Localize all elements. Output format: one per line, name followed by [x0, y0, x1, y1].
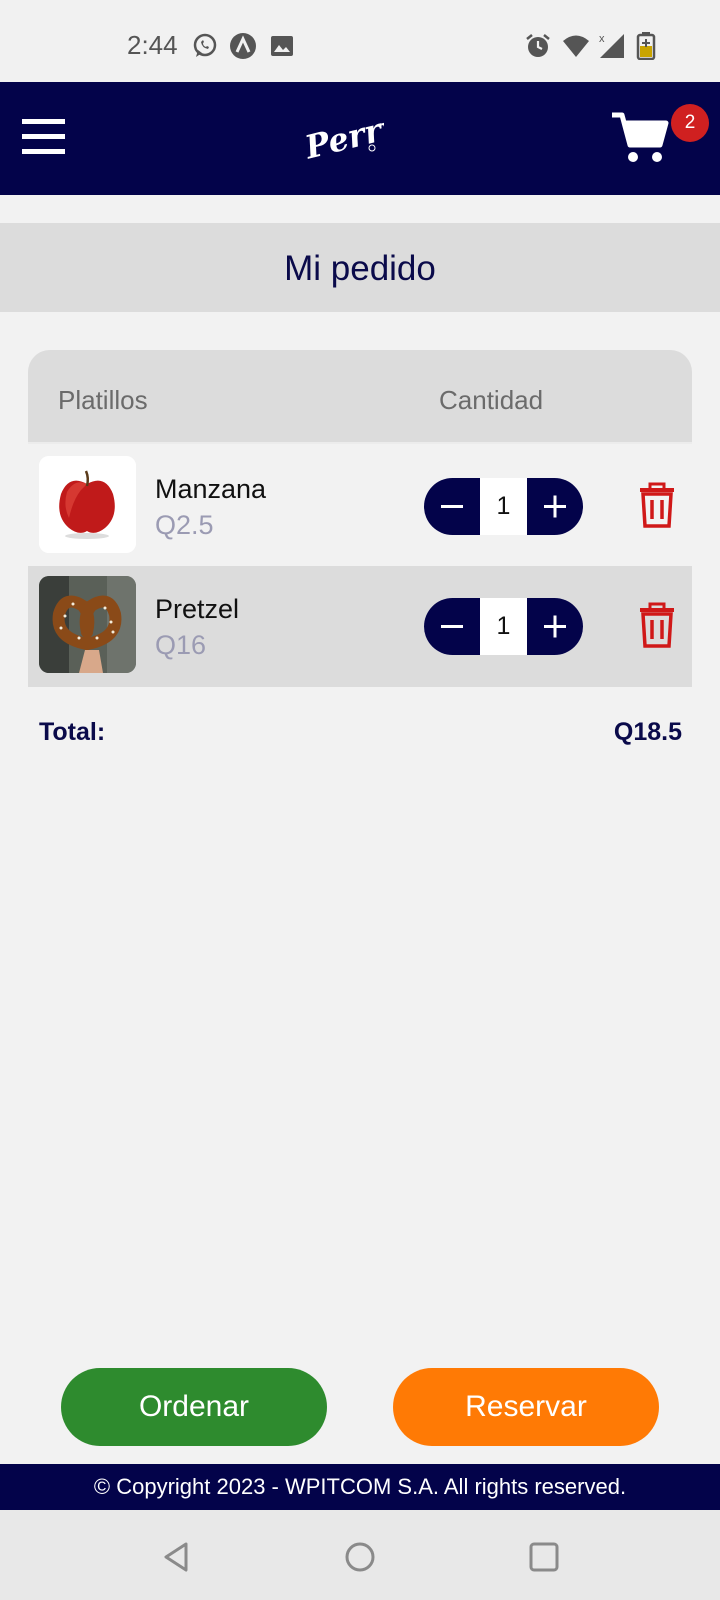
pretzel-image [39, 576, 136, 673]
quantity-value: 1 [496, 612, 511, 640]
increase-quantity-button[interactable] [527, 478, 583, 535]
table-row: Manzana Q2.5 1 [28, 446, 692, 566]
app-icon [230, 33, 256, 59]
decrease-quantity-button[interactable] [424, 478, 480, 535]
wifi-icon [563, 35, 589, 57]
image-icon [271, 36, 293, 56]
order-button[interactable]: Ordenar [61, 1368, 327, 1446]
plus-icon [544, 495, 566, 518]
quantity-stepper: 1 [424, 598, 583, 655]
cart-icon[interactable] [610, 111, 670, 165]
perry-logo: Perry [300, 106, 384, 167]
trash-icon[interactable] [638, 602, 676, 648]
decrease-quantity-button[interactable] [424, 598, 480, 655]
apple-image [39, 456, 136, 553]
plus-icon [544, 615, 566, 638]
status-time: 2:44 [127, 30, 178, 60]
back-icon[interactable] [160, 1540, 194, 1574]
system-navigation-bar [0, 1510, 720, 1600]
order-table: Platillos Cantidad Manzana Q2.5 1 Pretze… [28, 350, 692, 688]
item-price: Q2.5 [155, 510, 214, 540]
item-name: Pretzel [155, 594, 240, 624]
app-header: Perry 2 [0, 82, 720, 195]
quantity-value: 1 [496, 492, 511, 520]
item-price: Q16 [155, 630, 207, 660]
cart-count-badge: 2 [671, 104, 709, 142]
alarm-icon [526, 34, 550, 57]
column-header-cantidad: Cantidad [439, 385, 544, 415]
column-header-platillos: Platillos [58, 385, 148, 415]
table-row: Pretzel Q16 1 [28, 566, 692, 687]
copyright-footer: © Copyright 2023 - WPITCOM S.A. All righ… [0, 1464, 720, 1510]
quantity-stepper: 1 [424, 478, 583, 535]
home-icon[interactable] [343, 1540, 377, 1574]
page-title: Mi pedido [284, 249, 436, 288]
minus-icon [441, 625, 463, 628]
total-row: Total: Q18.5 [28, 718, 692, 754]
whatsapp-icon [193, 33, 217, 57]
recents-icon[interactable] [527, 1540, 561, 1574]
reserve-button[interactable]: Reservar [393, 1368, 659, 1446]
status-bar: 2:44 x [0, 0, 720, 82]
total-label: Total: [39, 718, 106, 746]
signal-icon: x [599, 33, 624, 58]
battery-icon [636, 32, 656, 60]
hamburger-menu-icon[interactable] [22, 119, 65, 155]
increase-quantity-button[interactable] [527, 598, 583, 655]
logo-text: Perry [300, 106, 384, 167]
table-header: Platillos Cantidad [28, 350, 692, 444]
minus-icon [441, 505, 463, 508]
svg-text:x: x [599, 33, 605, 45]
total-value: Q18.5 [613, 718, 682, 746]
title-band: Mi pedido [0, 223, 720, 312]
trash-icon[interactable] [638, 482, 676, 528]
item-name: Manzana [155, 474, 267, 504]
